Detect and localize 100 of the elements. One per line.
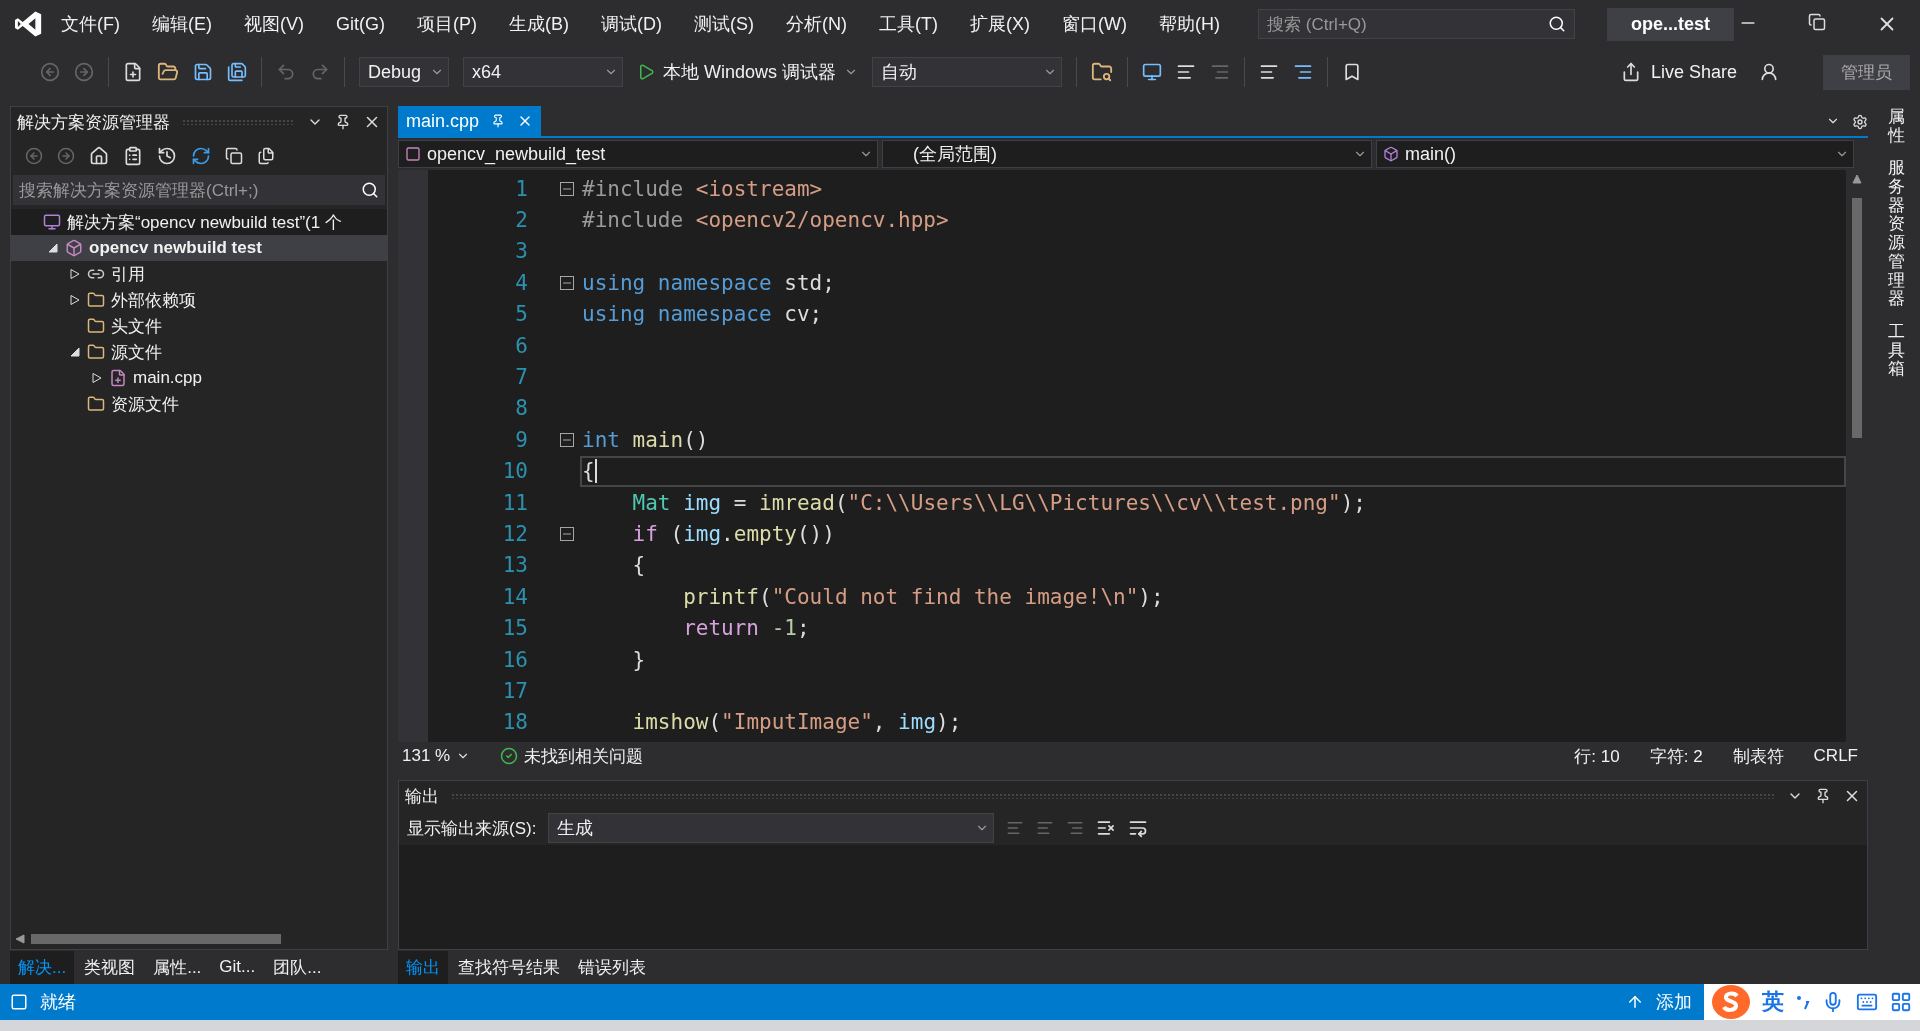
live-share-button[interactable]: Live Share <box>1612 57 1745 87</box>
save-icon[interactable] <box>193 62 213 82</box>
platform-dropdown[interactable]: x64 <box>463 57 623 87</box>
switch-views-icon[interactable] <box>123 146 143 166</box>
comment-icon[interactable] <box>1259 62 1280 82</box>
find-message-icon[interactable] <box>1006 819 1025 837</box>
collapsed-arrow-icon[interactable] <box>70 295 80 305</box>
back-icon[interactable] <box>40 62 60 82</box>
tree-item[interactable]: main.cpp <box>11 365 387 391</box>
menu-item[interactable]: 分析(N) <box>772 8 862 40</box>
menu-item[interactable]: 窗口(W) <box>1048 8 1142 40</box>
panel-tab[interactable]: 属性... <box>145 950 210 984</box>
search-icon[interactable] <box>361 181 379 199</box>
scrollbar-thumb[interactable] <box>31 934 281 944</box>
feedback-icon[interactable] <box>1759 62 1779 82</box>
tree-item[interactable]: 源文件 <box>11 339 387 365</box>
menu-item[interactable]: 扩展(X) <box>956 8 1045 40</box>
upload-icon[interactable] <box>1626 993 1644 1011</box>
side-tab[interactable]: 服务器资源管理器 <box>1887 159 1905 309</box>
member-dropdown[interactable]: main() <box>1376 140 1854 168</box>
panel-tab[interactable]: 输出 <box>398 950 448 984</box>
pin-icon[interactable] <box>1815 788 1831 804</box>
history-icon[interactable] <box>157 146 177 166</box>
keyboard-icon[interactable] <box>1856 991 1878 1013</box>
previous-message-icon[interactable] <box>1036 819 1055 837</box>
line-ending-indicator[interactable]: CRLF <box>1813 746 1858 766</box>
zoom-dropdown[interactable]: 131 % <box>402 746 471 766</box>
ime-mode[interactable]: 英 <box>1762 987 1784 1017</box>
menu-item[interactable]: 编辑(E) <box>138 8 227 40</box>
search-field[interactable]: 搜索 (Ctrl+Q) <box>1258 9 1575 39</box>
collapse-icon[interactable] <box>560 181 574 196</box>
sync-icon[interactable] <box>191 146 211 166</box>
open-folder-icon[interactable] <box>157 61 179 83</box>
collapsed-arrow-icon[interactable] <box>70 269 80 279</box>
expanded-arrow-icon[interactable] <box>48 243 58 253</box>
menu-item[interactable]: 生成(B) <box>495 8 584 40</box>
panel-tab[interactable]: Git... <box>211 952 264 982</box>
tree-item[interactable]: 资源文件 <box>11 391 387 417</box>
search-field[interactable]: 搜索解决方案资源管理器(Ctrl+;) <box>13 175 385 205</box>
start-debugger-button[interactable]: 本地 Windows 调试器 <box>637 57 859 87</box>
new-item-icon[interactable] <box>123 62 143 82</box>
tree-item[interactable]: 外部依赖项 <box>11 287 387 313</box>
tree-item[interactable]: 头文件 <box>11 313 387 339</box>
back-icon[interactable] <box>25 147 43 165</box>
ime-logo-icon[interactable] <box>1712 985 1750 1019</box>
tree-item[interactable]: 解决方案“opencv newbuild test”(1 个 <box>11 209 387 235</box>
menu-item[interactable]: 帮助(H) <box>1145 8 1235 40</box>
forward-icon[interactable] <box>57 147 75 165</box>
undo-icon[interactable] <box>276 62 296 82</box>
folder-search-icon[interactable] <box>1091 61 1114 83</box>
menu-item[interactable]: 调试(D) <box>587 8 677 40</box>
menu-item[interactable]: Git(G) <box>322 9 400 39</box>
menu-item[interactable]: 测试(S) <box>680 8 769 40</box>
target-dropdown[interactable]: 自动 <box>872 57 1063 87</box>
account-button[interactable]: 管理员 <box>1823 54 1910 90</box>
search-icon[interactable] <box>1548 15 1566 33</box>
show-all-files-icon[interactable] <box>257 147 275 165</box>
uncomment-icon[interactable] <box>1293 62 1314 82</box>
monitor-icon[interactable] <box>1142 62 1163 82</box>
restore-icon[interactable] <box>1808 13 1826 31</box>
menu-item[interactable]: 工具(T) <box>865 8 953 40</box>
menu-item[interactable]: 项目(P) <box>403 8 492 40</box>
panel-tab[interactable]: 解决... <box>10 950 75 984</box>
collapse-icon[interactable] <box>560 527 574 541</box>
output-source-dropdown[interactable]: 生成 <box>548 813 995 843</box>
column-indicator[interactable]: 字符: 2 <box>1649 744 1703 768</box>
menu-item[interactable]: 视图(V) <box>230 8 319 40</box>
forward-icon[interactable] <box>74 62 94 82</box>
panel-tab[interactable]: 查找符号结果 <box>450 950 568 984</box>
panel-tab[interactable]: 错误列表 <box>570 950 654 984</box>
indent-indicator[interactable]: 制表符 <box>1732 744 1784 768</box>
save-all-icon[interactable] <box>227 62 247 82</box>
next-message-icon[interactable] <box>1066 819 1085 837</box>
scroll-up-icon[interactable] <box>1852 174 1862 184</box>
panel-tab[interactable]: 团队... <box>265 950 330 984</box>
clear-all-icon[interactable] <box>1096 818 1117 838</box>
outdent-icon[interactable] <box>1210 62 1231 82</box>
menu-item[interactable]: 文件(F) <box>47 8 135 40</box>
panel-tab[interactable]: 类视图 <box>76 950 144 984</box>
expanded-arrow-icon[interactable] <box>70 347 80 357</box>
scrollbar-thumb[interactable] <box>1852 198 1862 438</box>
collapse-icon[interactable] <box>560 432 574 447</box>
tree-item[interactable]: 引用 <box>11 261 387 287</box>
tree-item[interactable]: opencv newbuild test <box>11 235 387 261</box>
grid-icon[interactable] <box>1890 991 1912 1013</box>
add-to-source-control[interactable]: 添加 <box>1656 990 1692 1014</box>
collapsed-arrow-icon[interactable] <box>92 373 102 383</box>
word-wrap-icon[interactable] <box>1128 818 1149 838</box>
project-dropdown[interactable]: opencv_newbuild_test <box>398 140 878 168</box>
indent-icon[interactable] <box>1176 62 1197 82</box>
pin-icon[interactable] <box>335 114 351 130</box>
issues-status[interactable]: 未找到相关问题 <box>524 744 644 768</box>
scope-dropdown[interactable]: (全局范围) <box>882 140 1372 168</box>
scroll-left-icon[interactable] <box>15 934 25 944</box>
side-tab[interactable]: 工具箱 <box>1887 322 1905 379</box>
configuration-dropdown[interactable]: Debug <box>359 57 449 87</box>
line-indicator[interactable]: 行: 10 <box>1574 744 1620 768</box>
settings-icon[interactable] <box>1852 114 1868 130</box>
redo-icon[interactable] <box>310 62 330 82</box>
side-tab[interactable]: 属性 <box>1887 108 1905 146</box>
